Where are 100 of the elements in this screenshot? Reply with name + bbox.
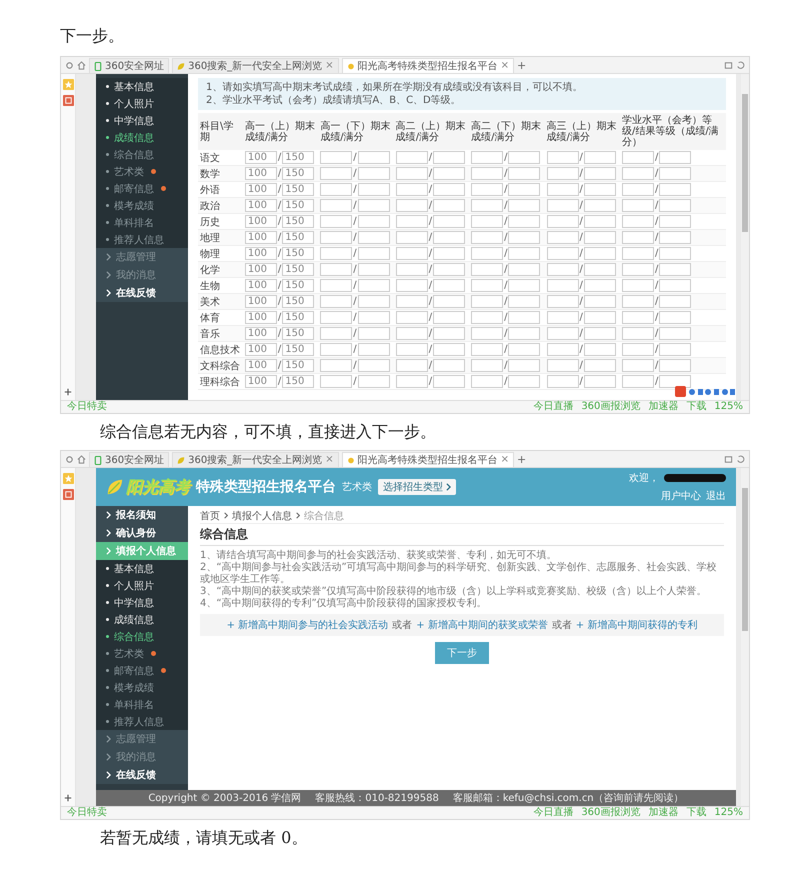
input-field[interactable] <box>659 167 692 180</box>
sidebar-item[interactable]: 个人照片 <box>96 95 188 112</box>
input-field[interactable]: 150 <box>282 231 314 244</box>
input-field[interactable]: 150 <box>282 263 314 276</box>
input-field[interactable] <box>396 215 428 228</box>
sidebar-item[interactable]: 报名须知 <box>96 506 188 524</box>
status-text[interactable]: 今日直播 <box>533 401 574 413</box>
input-field[interactable] <box>433 151 466 164</box>
input-field[interactable] <box>546 215 579 228</box>
add-link[interactable]: + 新增高中期间参与的社会实践活动 <box>226 618 388 632</box>
input-field[interactable] <box>508 263 540 276</box>
browser-tab[interactable]: 360搜索_新一代安全上网浏览 × <box>172 452 339 467</box>
status-text[interactable]: 今日直播 <box>533 807 574 819</box>
input-field[interactable]: 150 <box>282 279 314 292</box>
browser-tab[interactable]: 360安全网址 <box>89 58 170 73</box>
input-field[interactable] <box>546 167 579 180</box>
next-button[interactable]: 下一步 <box>435 642 489 664</box>
input-field[interactable]: 100 <box>244 311 277 324</box>
status-text[interactable]: 360画报浏览 <box>581 807 640 819</box>
input-field[interactable] <box>358 183 390 196</box>
input-field[interactable]: 100 <box>244 183 277 196</box>
input-field[interactable] <box>358 151 390 164</box>
input-field[interactable] <box>584 359 616 372</box>
input-field[interactable] <box>396 343 428 356</box>
input-field[interactable]: 100 <box>244 327 277 340</box>
browser-tab[interactable]: 阳光高考特殊类型招生报名平台 × <box>342 452 514 467</box>
input-field[interactable] <box>659 311 692 324</box>
close-tab-button[interactable]: × <box>325 455 334 465</box>
close-tab-button[interactable]: × <box>500 61 509 71</box>
sidebar-item[interactable]: 中学信息 <box>96 594 188 611</box>
input-field[interactable] <box>622 167 654 180</box>
input-field[interactable] <box>320 151 352 164</box>
sidebar-item[interactable]: 成绩信息 <box>96 129 188 146</box>
input-field[interactable] <box>659 375 692 388</box>
sidebar-item[interactable]: 中学信息 <box>96 112 188 129</box>
input-field[interactable] <box>584 327 616 340</box>
input-field[interactable] <box>584 167 616 180</box>
input-field[interactable] <box>433 167 466 180</box>
input-field[interactable] <box>508 247 540 260</box>
input-field[interactable] <box>320 231 352 244</box>
input-field[interactable]: 100 <box>244 359 277 372</box>
input-field[interactable]: 100 <box>244 247 277 260</box>
window-icon[interactable] <box>724 60 733 70</box>
input-field[interactable] <box>659 359 692 372</box>
sidebar-item[interactable]: 在线反馈 <box>96 766 188 784</box>
undo-icon[interactable] <box>736 454 745 464</box>
input-field[interactable] <box>508 199 540 212</box>
input-field[interactable] <box>320 183 352 196</box>
input-field[interactable] <box>433 183 466 196</box>
input-field[interactable]: 100 <box>244 215 277 228</box>
input-field[interactable] <box>622 295 654 308</box>
input-field[interactable] <box>471 167 504 180</box>
input-field[interactable] <box>546 311 579 324</box>
home-icon[interactable] <box>77 60 86 70</box>
close-tab-button[interactable]: × <box>500 455 509 465</box>
input-field[interactable] <box>358 375 390 388</box>
input-field[interactable] <box>396 295 428 308</box>
input-field[interactable] <box>546 263 579 276</box>
input-field[interactable] <box>659 199 692 212</box>
input-field[interactable] <box>546 279 579 292</box>
input-field[interactable] <box>358 327 390 340</box>
input-field[interactable] <box>471 327 504 340</box>
header-link[interactable]: 退出 <box>706 489 726 503</box>
input-field[interactable]: 100 <box>244 375 277 388</box>
input-field[interactable] <box>433 359 466 372</box>
input-field[interactable] <box>320 167 352 180</box>
input-field[interactable] <box>508 311 540 324</box>
input-field[interactable] <box>508 359 540 372</box>
input-field[interactable] <box>659 263 692 276</box>
input-field[interactable] <box>471 359 504 372</box>
sidebar-item[interactable]: 确认身份 <box>96 524 188 542</box>
input-field[interactable] <box>622 151 654 164</box>
input-field[interactable] <box>471 311 504 324</box>
input-field[interactable] <box>508 167 540 180</box>
input-field[interactable] <box>320 247 352 260</box>
input-field[interactable] <box>320 279 352 292</box>
input-field[interactable] <box>320 375 352 388</box>
input-field[interactable] <box>622 263 654 276</box>
input-field[interactable]: 100 <box>244 263 277 276</box>
input-field[interactable] <box>622 327 654 340</box>
status-text[interactable]: 360画报浏览 <box>581 401 640 413</box>
home-icon[interactable] <box>77 454 86 464</box>
input-field[interactable] <box>471 343 504 356</box>
input-field[interactable] <box>396 263 428 276</box>
input-field[interactable]: 100 <box>244 199 277 212</box>
input-field[interactable] <box>433 327 466 340</box>
input-field[interactable] <box>433 279 466 292</box>
input-field[interactable] <box>358 215 390 228</box>
input-field[interactable] <box>396 231 428 244</box>
input-field[interactable] <box>320 311 352 324</box>
breadcrumb-link[interactable]: 综合信息 <box>304 508 344 522</box>
input-field[interactable] <box>508 279 540 292</box>
input-field[interactable] <box>622 375 654 388</box>
status-text[interactable]: 下载 <box>686 401 706 413</box>
input-field[interactable] <box>508 295 540 308</box>
input-field[interactable] <box>659 327 692 340</box>
input-field[interactable] <box>433 311 466 324</box>
input-field[interactable] <box>320 263 352 276</box>
input-field[interactable] <box>358 343 390 356</box>
close-tab-button[interactable]: × <box>325 61 334 71</box>
